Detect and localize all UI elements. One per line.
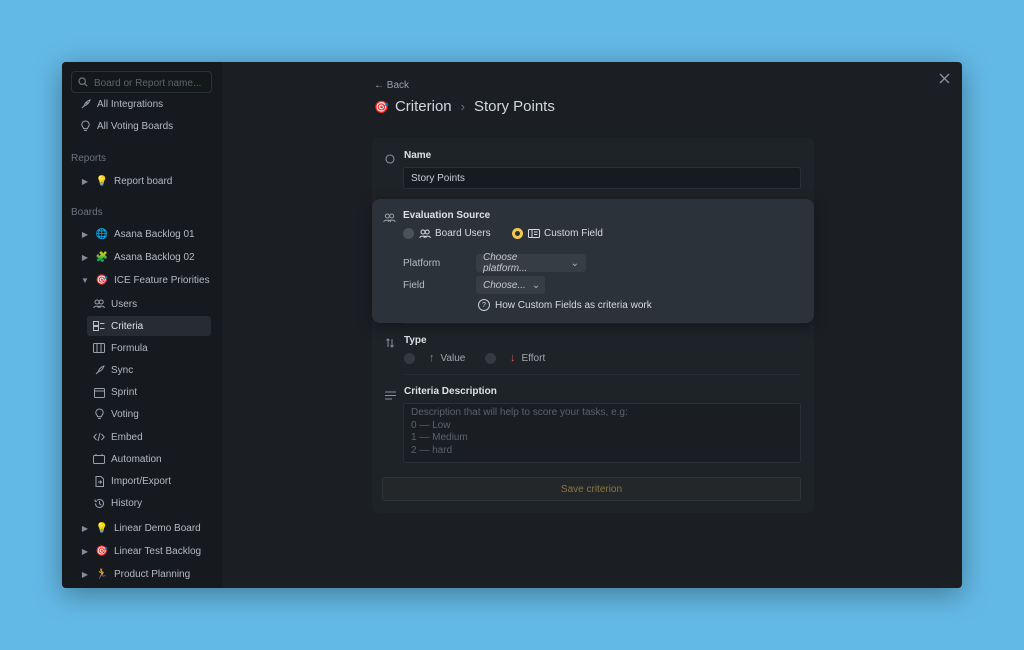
question-circle-icon: ? [478,299,490,311]
sidebar-subitem-sync[interactable]: Sync [87,360,211,380]
lightbulb-icon [92,408,106,420]
back-link[interactable]: ← Back [374,80,409,91]
sidebar-item-report-board[interactable]: ▶ 💡 Report board [80,171,172,191]
sidebar-subitem-voting[interactable]: Voting [87,404,211,424]
chevron-down-icon: ⌄ [531,279,541,291]
page-title: 🎯 Criterion › Story Points [374,98,555,115]
sort-arrows-icon [385,335,395,353]
arrow-down-icon: ↓ [510,352,516,364]
import-export-icon [92,475,106,487]
automation-icon [92,454,106,464]
puzzle-emoji-icon: 🧩 [95,251,109,263]
sync-icon [92,364,106,376]
sidebar-item-asana-backlog-02[interactable]: ▶ 🧩 Asana Backlog 02 [80,247,195,267]
sidebar-item-asana-backlog-01[interactable]: ▶ 🌐 Asana Backlog 01 [80,224,195,244]
search-icon [78,77,88,87]
sidebar-subitem-embed[interactable]: Embed [87,427,211,447]
target-emoji-icon: 🎯 [374,99,389,114]
evaluation-source-panel: Evaluation Source Board Users Custom Fie… [372,199,814,323]
lines-icon [385,387,396,405]
runner-emoji-icon: 🏃 [95,568,109,580]
breadcrumb-parent[interactable]: Criterion [395,98,452,115]
globe-emoji-icon: 🌐 [95,228,109,240]
boards-heading: Boards [71,207,103,218]
lightbulb-emoji-icon: 💡 [95,175,109,187]
sidebar-item-linear-demo-board[interactable]: ▶ 💡 Linear Demo Board [80,518,201,538]
close-icon[interactable] [939,72,950,86]
caret-right-icon[interactable]: ▶ [80,547,90,556]
search-box[interactable] [71,71,212,93]
lightbulb-icon [78,120,92,132]
custom-fields-help-link[interactable]: ? How Custom Fields as criteria work [478,299,652,311]
divider [403,323,801,324]
platform-label: Platform [403,258,441,269]
target-emoji-icon: 🎯 [95,274,109,286]
type-label: Type [404,335,427,346]
caret-down-icon[interactable]: ▼ [80,276,90,285]
caret-right-icon[interactable]: ▶ [80,570,90,579]
sidebar-subitem-formula[interactable]: Formula [87,338,211,358]
save-criterion-button[interactable]: Save criterion [382,477,801,501]
sidebar-item-ice-feature-priorities[interactable]: ▼ 🎯 ICE Feature Priorities [80,270,210,290]
lightbulb-emoji-icon: 💡 [95,522,109,534]
history-icon [92,498,106,509]
chevron-down-icon: ⌄ [570,257,579,269]
sidebar-subitem-import-export[interactable]: Import/Export [87,471,211,491]
search-input[interactable] [92,75,211,91]
custom-field-icon [528,229,540,238]
caret-right-icon[interactable]: ▶ [80,253,90,262]
type-option-effort[interactable]: ↓ Effort [485,352,545,364]
radio-effort[interactable] [485,352,496,364]
caret-right-icon[interactable]: ▶ [80,177,90,186]
sidebar-item-all-integrations[interactable]: All Integrations [78,94,163,114]
calendar-icon [92,387,106,398]
sidebar-subitem-users[interactable]: Users [87,294,211,314]
sidebar-subitem-automation[interactable]: Automation [87,449,211,469]
users-icon [92,299,106,309]
formula-icon [92,343,106,353]
sidebar-subitem-criteria[interactable]: Criteria [87,316,211,336]
source-option-custom-field[interactable]: Custom Field [512,228,603,239]
description-textarea[interactable]: Description that will help to score your… [403,403,801,463]
sidebar-subitem-sprint[interactable]: Sprint [87,382,211,402]
breadcrumb-current: Story Points [473,98,555,115]
code-icon [92,432,106,442]
radio-custom-field[interactable] [512,228,523,239]
sidebar-item-linear-test-backlog[interactable]: ▶ 🎯 Linear Test Backlog [80,541,201,561]
radio-value[interactable] [404,352,415,364]
sidebar: All Integrations All Voting Boards Repor… [62,62,222,588]
caret-right-icon[interactable]: ▶ [80,524,90,533]
modal-window: All Integrations All Voting Boards Repor… [62,62,962,588]
criterion-form: Name Type ↑ Value ↓ Effort Criteria Desc… [372,138,814,513]
chevron-right-icon: › [460,99,465,114]
users-icon [383,210,396,228]
caret-right-icon[interactable]: ▶ [80,230,90,239]
field-select[interactable]: Choose... ⌄ [476,276,545,294]
name-label: Name [404,150,432,161]
reports-heading: Reports [71,153,107,164]
sidebar-subitem-history[interactable]: History [87,493,211,513]
criteria-icon [92,321,106,331]
platform-select[interactable]: Choose platform... ⌄ [476,252,586,274]
description-label: Criteria Description [404,386,497,397]
circle-icon [385,151,395,169]
arrow-up-icon: ↑ [429,352,435,364]
field-label: Field [403,280,425,291]
type-option-value[interactable]: ↑ Value [404,352,465,364]
sidebar-item-product-planning[interactable]: ▶ 🏃 Product Planning [80,564,190,584]
radio-board-users[interactable] [403,228,414,239]
name-input[interactable] [403,167,801,189]
divider [403,374,801,375]
evaluation-source-label: Evaluation Source [403,210,491,221]
target-emoji-icon: 🎯 [95,545,109,557]
rocket-icon [78,98,92,110]
sidebar-item-all-voting-boards[interactable]: All Voting Boards [78,116,173,136]
source-option-board-users[interactable]: Board Users [403,228,491,239]
users-icon [419,229,431,239]
